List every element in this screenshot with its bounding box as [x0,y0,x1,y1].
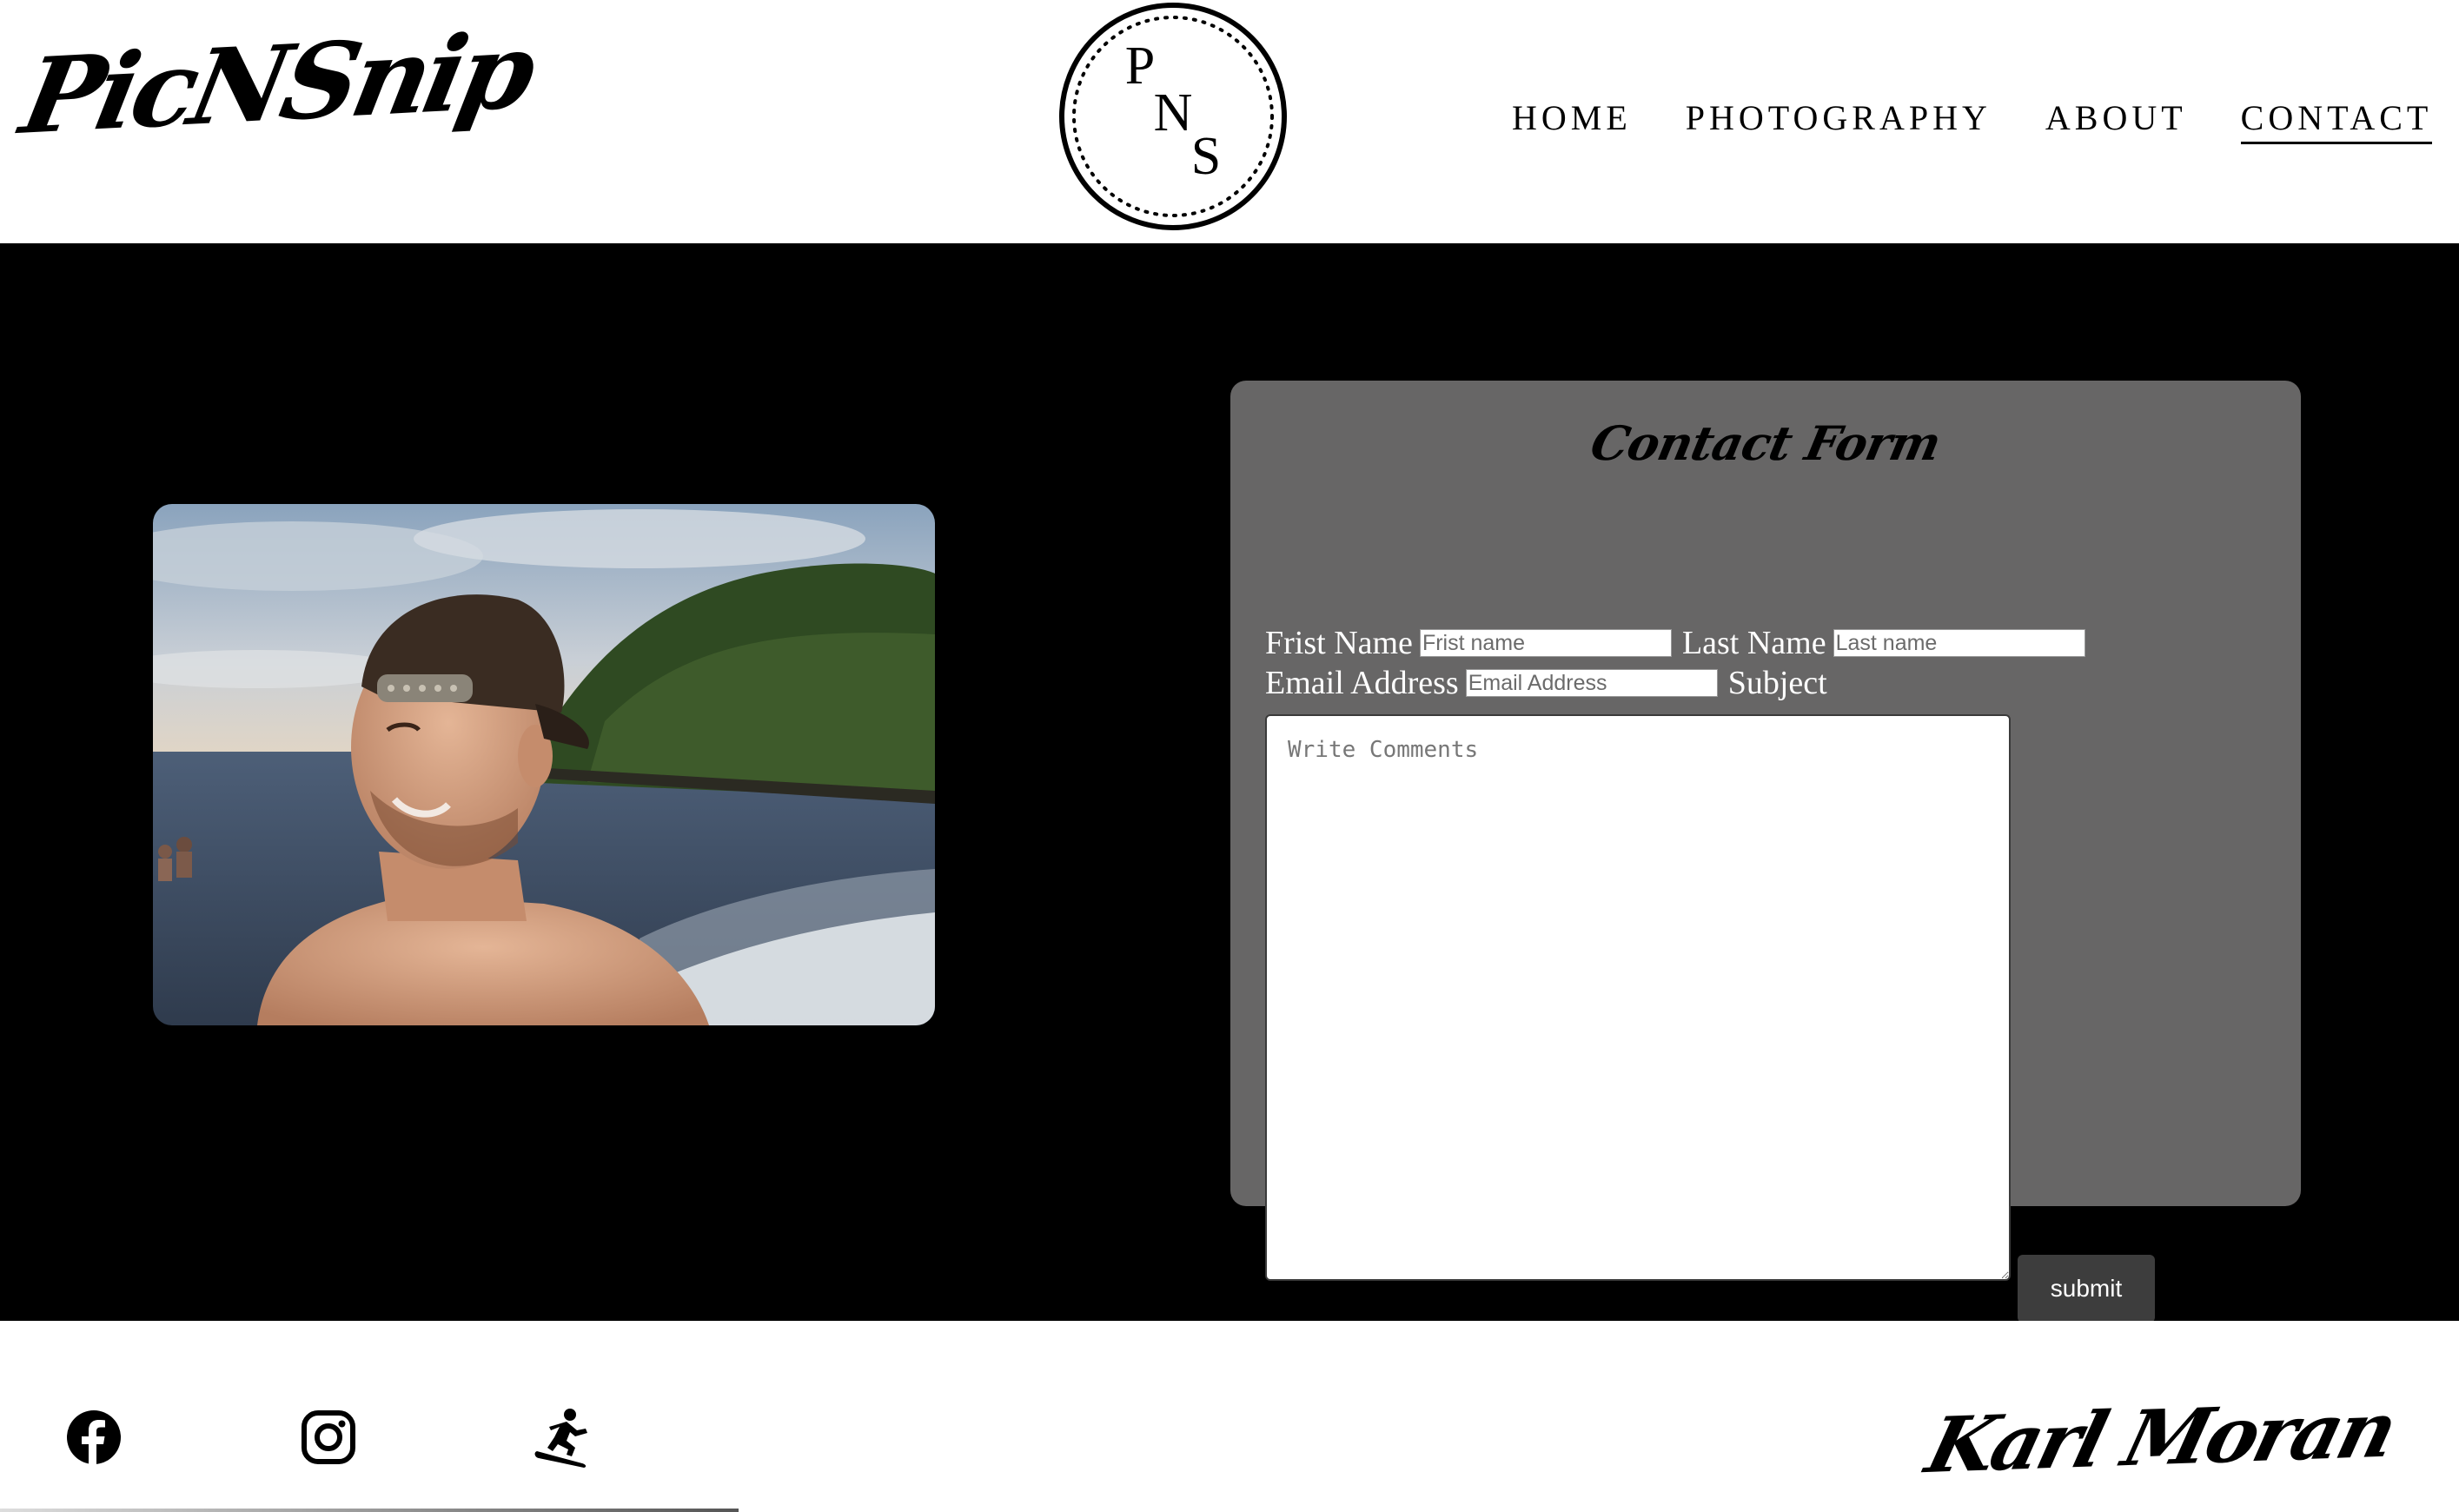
last-name-label: Last Name [1681,625,1826,661]
instagram-icon[interactable] [301,1409,356,1465]
facebook-icon[interactable] [66,1409,122,1465]
form-title: Contact Form [1586,415,1945,471]
site-footer: Karl Moran [0,1321,2459,1512]
monogram-letter-p: P [1125,36,1155,96]
nav-home[interactable]: HOME [1512,97,1632,142]
signature: Karl Moran [1918,1383,2403,1491]
monogram-logo[interactable]: P N S [1057,0,1289,236]
main-nav: HOME PHOTOGRAPHY ABOUT CONTACT [1512,97,2433,144]
site-header: PicNSnip P N S HOME PHOTOGRAPHY ABOUT CO… [0,0,2459,243]
nav-contact[interactable]: CONTACT [2240,97,2433,144]
comments-textarea[interactable] [1265,714,2011,1281]
last-name-input[interactable] [1833,629,2085,657]
brand-logo[interactable]: PicNSnip [12,10,540,158]
first-name-label: Frist Name [1265,625,1413,661]
first-name-input[interactable] [1419,629,1672,657]
subject-label: Subject [1727,665,1827,701]
submit-button[interactable]: submit [2018,1255,2155,1323]
monogram-letter-s: S [1191,127,1221,186]
email-row: Email Address Subject [1265,664,1834,702]
beach-portrait-image [153,504,935,1025]
email-input[interactable] [1465,669,1718,697]
monogram-letter-n: N [1154,83,1193,143]
contact-section: Contact Form Frist Name Last Name Email … [0,243,2459,1323]
email-label: Email Address [1265,665,1459,701]
nav-about[interactable]: ABOUT [2045,97,2187,142]
portrait-photo [153,504,935,1025]
nav-photography[interactable]: PHOTOGRAPHY [1686,97,1992,142]
footer-divider [0,1509,739,1512]
contact-form: Contact Form Frist Name Last Name Email … [1230,381,2301,1323]
snowboarder-icon[interactable] [532,1406,594,1469]
name-row: Frist Name Last Name [1265,624,2096,662]
